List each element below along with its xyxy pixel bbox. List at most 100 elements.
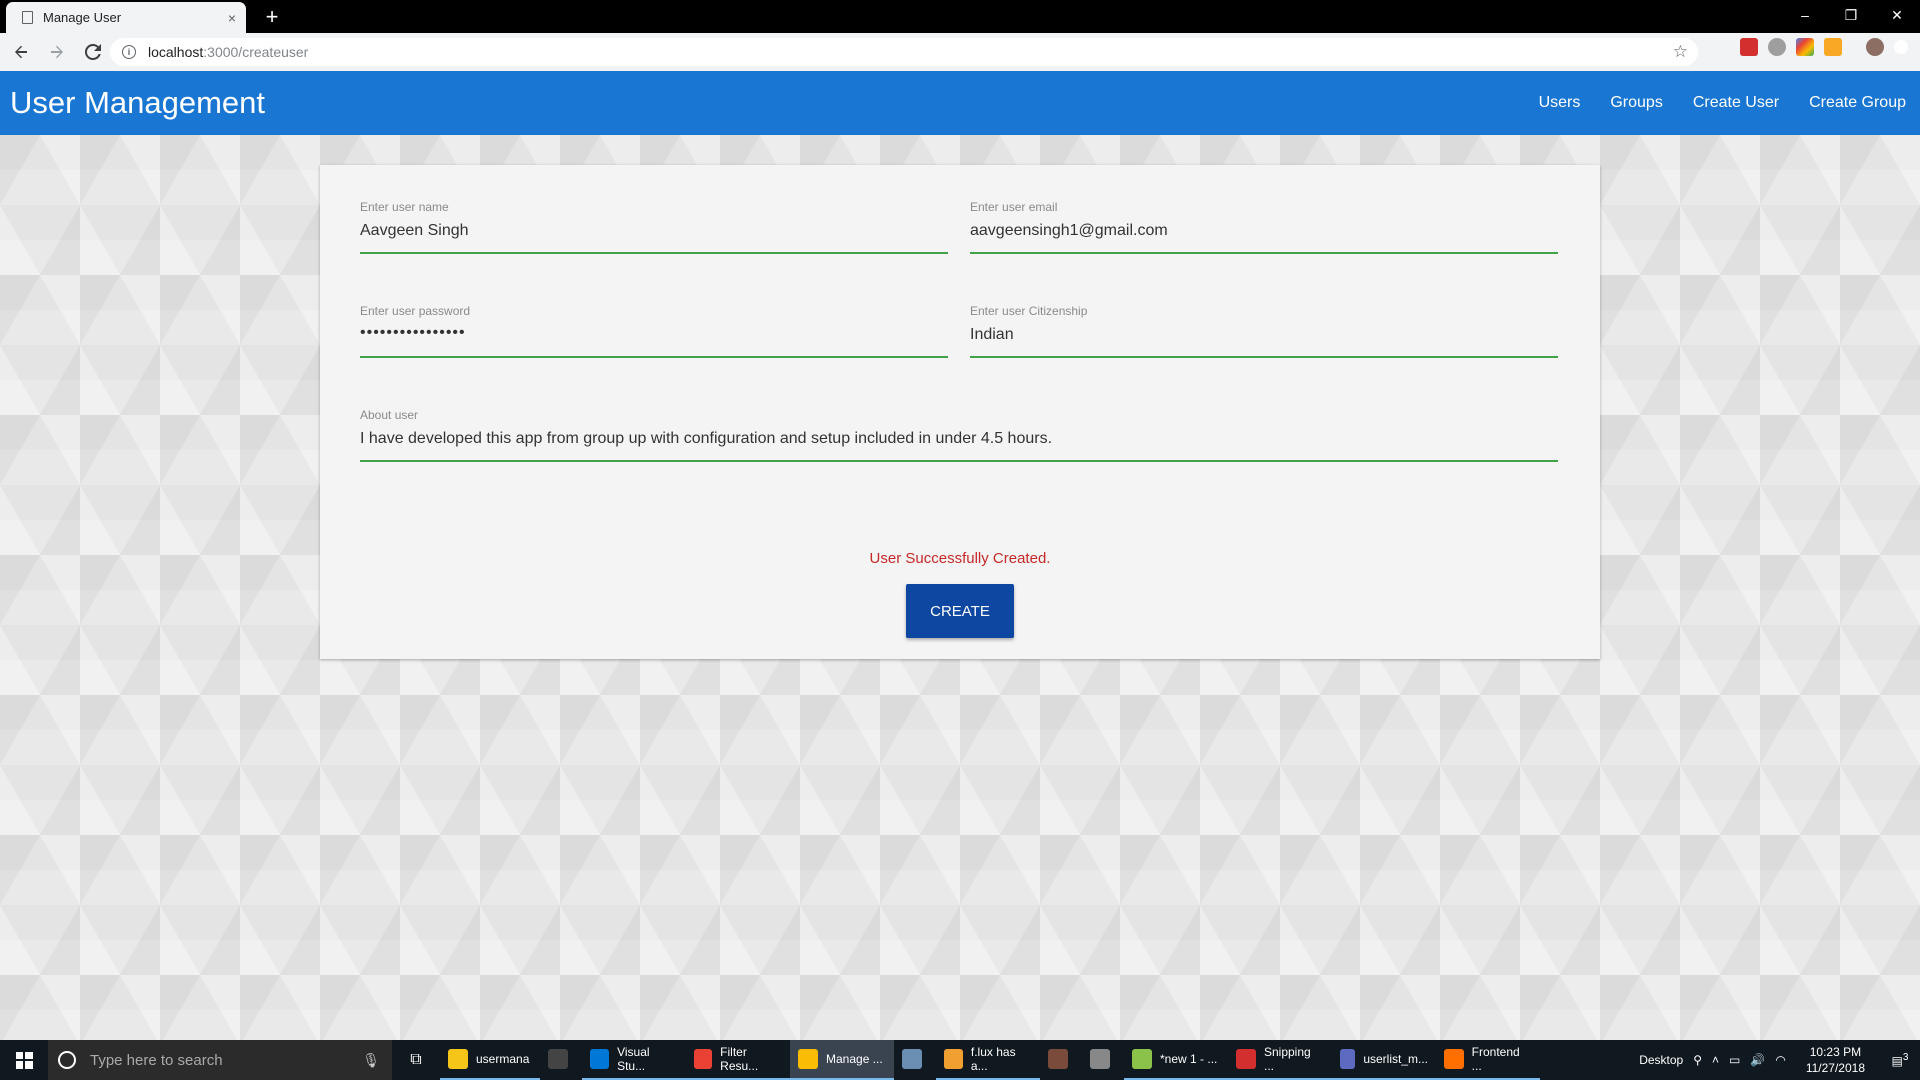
app-title: User Management (10, 85, 266, 120)
back-button[interactable] (6, 37, 36, 67)
user-citizenship-input[interactable]: Indian (970, 326, 1014, 344)
bookmark-star-icon[interactable]: ☆ (1673, 42, 1688, 62)
minimize-button[interactable]: – (1782, 0, 1828, 30)
field-label: Enter user password (360, 304, 471, 318)
about-user-input[interactable]: I have developed this app from group up … (360, 430, 1052, 448)
forward-button[interactable] (42, 37, 72, 67)
field-underline (360, 460, 1558, 462)
extension-icon[interactable] (1824, 38, 1842, 56)
info-icon[interactable]: i (122, 45, 136, 59)
wifi-icon[interactable]: ◠ (1770, 1053, 1790, 1067)
taskbar-app[interactable] (1082, 1040, 1124, 1080)
taskbar-app-label: *new 1 - ... (1160, 1052, 1218, 1066)
taskbar-app[interactable]: userlist_m... (1332, 1040, 1436, 1080)
url-text: localhost:3000/createuser (148, 44, 309, 60)
extension-icon[interactable] (1796, 38, 1814, 56)
app-icon (590, 1049, 610, 1069)
taskbar-app-label: Frontend ... (1471, 1045, 1520, 1073)
extension-icon[interactable] (1768, 38, 1786, 56)
browser-tab[interactable]: Manage User × (6, 2, 246, 33)
app-icon (548, 1049, 568, 1069)
about-user-field[interactable]: About user I have developed this app fro… (360, 408, 1558, 468)
taskbar-app-label: f.lux has a... (970, 1045, 1016, 1073)
task-view-button[interactable]: ⧉ (392, 1040, 440, 1080)
cortana-icon (58, 1051, 76, 1069)
field-label: About user (360, 408, 419, 422)
taskbar-app[interactable]: Frontend ... (1436, 1040, 1540, 1080)
profile-avatar[interactable] (1866, 38, 1884, 56)
nav-create-group[interactable]: Create Group (1809, 94, 1906, 112)
microphone-icon[interactable]: 🎙 (362, 1052, 380, 1069)
menu-dot-icon[interactable] (1894, 40, 1908, 54)
taskbar-app-label: Filter Resu... (720, 1045, 759, 1073)
app-nav: Users Groups Create User Create Group (1539, 71, 1906, 135)
people-icon[interactable]: ⚲ (1688, 1053, 1707, 1067)
taskbar-search[interactable]: Type here to search 🎙 (48, 1040, 392, 1080)
taskbar-app-label: Snipping ... (1263, 1045, 1311, 1073)
app-icon (1132, 1049, 1152, 1069)
field-label: Enter user Citizenship (970, 304, 1088, 318)
app-icon (1340, 1049, 1356, 1069)
user-password-field[interactable]: Enter user password •••••••••••••••• (360, 304, 948, 364)
app-icon (1444, 1049, 1464, 1069)
volume-icon[interactable]: 🔊 (1745, 1053, 1770, 1067)
taskbar-app[interactable]: usermana (440, 1040, 540, 1080)
app-icon (694, 1049, 713, 1069)
clock[interactable]: 10:23 PM 11/27/2018 (1791, 1044, 1880, 1076)
document-icon (22, 11, 33, 24)
taskbar-app[interactable]: Manage ... (790, 1040, 894, 1080)
taskbar-app-label: Visual Stu... (617, 1045, 650, 1073)
close-window-button[interactable]: ✕ (1874, 0, 1920, 30)
app-icon (1048, 1049, 1068, 1069)
taskbar-app[interactable] (540, 1040, 582, 1080)
field-label: Enter user email (970, 200, 1058, 214)
search-placeholder: Type here to search (90, 1051, 223, 1069)
taskbar-apps: usermana Visual Stu... Filter Resu... Manag… (440, 1040, 1540, 1080)
new-tab-button[interactable]: + (258, 3, 286, 31)
close-icon[interactable]: × (228, 11, 236, 25)
field-underline (970, 356, 1558, 358)
field-label: Enter user name (360, 200, 449, 214)
start-button[interactable] (0, 1040, 48, 1080)
system-tray: Desktop ⚲ ˄ ▭ 🔊 ◠ 10:23 PM 11/27/2018 ▤3 (1634, 1040, 1920, 1080)
taskbar-app[interactable]: *new 1 - ... (1124, 1040, 1228, 1080)
taskbar-app-label: userlist_m... (1363, 1052, 1428, 1066)
create-button[interactable]: CREATE (906, 584, 1014, 638)
arrow-left-icon (15, 45, 27, 59)
taskbar-app[interactable]: Snipping ... (1228, 1040, 1332, 1080)
taskbar-app[interactable] (894, 1040, 936, 1080)
app-icon (944, 1049, 963, 1069)
notification-icon[interactable]: ▤3 (1880, 1052, 1920, 1068)
address-bar[interactable]: i localhost:3000/createuser ☆ (110, 38, 1698, 66)
taskbar-app[interactable] (1040, 1040, 1082, 1080)
nav-groups[interactable]: Groups (1610, 94, 1662, 112)
windows-logo-icon (15, 1051, 33, 1069)
user-email-field[interactable]: Enter user email aavgeensingh1@gmail.com (970, 200, 1558, 260)
restore-button[interactable]: ❐ (1828, 0, 1874, 30)
reload-icon (85, 44, 101, 60)
app-icon (798, 1049, 818, 1069)
taskbar-app[interactable]: f.lux has a... (936, 1040, 1040, 1080)
create-user-form: Enter user name Aavgeen Singh Enter user… (320, 165, 1600, 659)
app-icon (448, 1049, 468, 1069)
user-citizenship-field[interactable]: Enter user Citizenship Indian (970, 304, 1558, 364)
battery-icon[interactable]: ▭ (1724, 1053, 1745, 1067)
extension-icon[interactable] (1740, 38, 1758, 56)
user-email-input[interactable]: aavgeensingh1@gmail.com (970, 222, 1168, 240)
nav-create-user[interactable]: Create User (1693, 94, 1779, 112)
tab-title: Manage User (43, 10, 122, 25)
app-icon (1236, 1049, 1256, 1069)
user-name-input[interactable]: Aavgeen Singh (360, 222, 469, 240)
user-password-input[interactable]: •••••••••••••••• (360, 324, 466, 342)
user-name-field[interactable]: Enter user name Aavgeen Singh (360, 200, 948, 260)
reload-button[interactable] (78, 37, 108, 67)
taskbar-app-label: usermana (476, 1052, 530, 1066)
taskbar-app[interactable]: Visual Stu... (582, 1040, 686, 1080)
app-header: User Management Users Groups Create User… (0, 71, 1920, 135)
chevron-up-icon[interactable]: ˄ (1707, 1053, 1724, 1067)
desktop-toolbar[interactable]: Desktop (1634, 1053, 1688, 1067)
app-icon (902, 1049, 922, 1069)
app-icon (1090, 1049, 1110, 1069)
taskbar-app[interactable]: Filter Resu... (686, 1040, 790, 1080)
nav-users[interactable]: Users (1539, 94, 1581, 112)
